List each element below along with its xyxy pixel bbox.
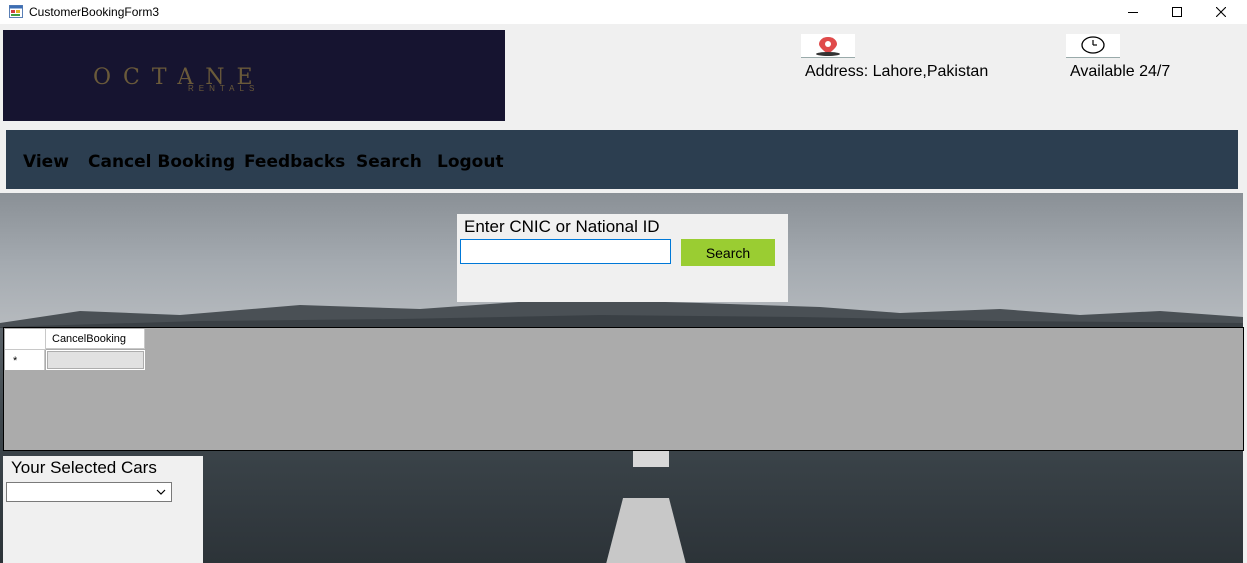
window-title: CustomerBookingForm3 [29,5,160,19]
cancel-booking-cell-button[interactable] [47,351,144,369]
clock-icon [1066,34,1120,58]
close-button[interactable] [1198,0,1244,24]
nav-feedbacks[interactable]: Feedbacks [244,152,345,172]
location-pin-icon [801,34,855,58]
grid-column-header-cancelbooking[interactable]: CancelBooking [46,329,145,349]
bookings-grid[interactable]: CancelBooking * [3,327,1244,451]
selected-cars-dropdown[interactable] [6,482,172,502]
search-panel: Enter CNIC or National ID Search [457,214,788,302]
brand-logo: OCTANE RENTALS [3,30,505,121]
nav-view[interactable]: View [23,152,69,172]
cnic-label: Enter CNIC or National ID [464,217,660,236]
main-navbar: View Cancel Booking Feedbacks Search Log… [6,130,1238,189]
address-text: Address: Lahore,Pakistan [805,63,989,80]
nav-search[interactable]: Search [356,152,422,172]
cnic-input[interactable] [460,239,671,264]
selected-cars-label: Your Selected Cars [11,458,157,477]
title-bar: CustomerBookingForm3 [0,0,1247,24]
grid-new-row-header[interactable]: * [5,350,45,370]
search-button[interactable]: Search [681,239,775,266]
grid-corner-header[interactable] [5,329,46,350]
grid-cell-cancelbooking[interactable] [46,350,145,370]
nav-logout[interactable]: Logout [437,152,504,172]
maximize-button[interactable] [1154,0,1200,24]
selected-cars-panel: Your Selected Cars [3,456,203,563]
availability-text: Available 24/7 [1070,63,1171,80]
selected-cars-value [7,485,10,499]
app-icon [9,5,23,18]
nav-cancel-booking[interactable]: Cancel Booking [88,152,235,172]
logo-subtext: RENTALS [188,84,260,93]
minimize-button[interactable] [1110,0,1156,24]
chevron-down-icon[interactable] [154,484,168,500]
